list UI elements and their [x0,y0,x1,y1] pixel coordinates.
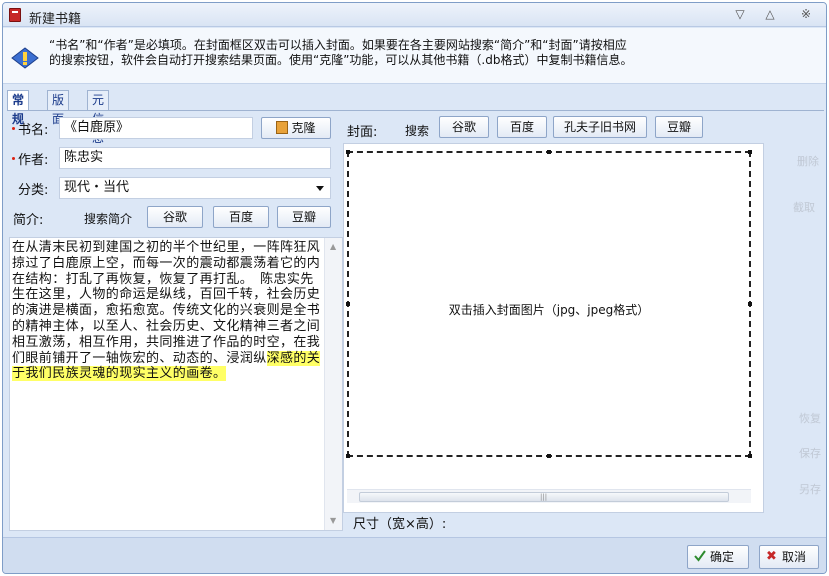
ok-label: 确定 [710,550,735,564]
minimize-button[interactable]: ▽ [729,5,751,23]
size-label: 尺寸（宽×高）: [353,517,447,532]
selected-text-highlight: 深感的关于我们民族灵魂的现实主义的画卷。 [12,350,321,382]
intro-scrollbar[interactable]: ▲ ▼ [324,238,342,530]
title-bar: 新建书籍 ▽ △ ※ [3,3,826,27]
check-icon [694,550,706,562]
resize-handle[interactable] [346,150,350,154]
grip-icon: ||| [540,493,548,501]
cover-label: 封面: [347,125,378,140]
cover-panel: 双击插入封面图片（jpg、jpeg格式） ||| [343,143,764,513]
cover-h-scrollbar[interactable]: ||| [347,489,751,503]
tab-layout[interactable]: 版面 [47,90,70,126]
resize-handle[interactable] [748,454,752,458]
cover-baidu-button[interactable]: 百度 [497,116,547,138]
intro-douban-button[interactable]: 豆瓣 [277,206,331,228]
clone-button[interactable]: 克隆 [261,117,331,139]
info-line-2: 的搜索按钮，软件会自动打开搜索结果页面。使用“克隆”功能，可以从其他书籍（.db… [49,53,633,67]
window-title: 新建书籍 [29,12,82,27]
intro-text[interactable]: 在从清末民初到建国之初的半个世纪里，一阵阵狂风掠过了白鹿原上空，而每一次的震动都… [12,240,322,382]
author-label: 作者: [18,153,49,168]
resize-handle[interactable] [547,150,551,154]
resize-handle[interactable] [346,454,350,458]
tab-divider [7,110,824,111]
maximize-button[interactable]: △ [759,5,781,23]
resize-handle[interactable] [748,150,752,154]
footer: 确定 ✖ 取消 [3,537,826,573]
cover-kongfz-button[interactable]: 孔夫子旧书网 [553,116,647,138]
ok-button[interactable]: 确定 [687,545,749,569]
new-book-dialog: 新建书籍 ▽ △ ※ “书名”和“作者”是必填项。在封面框区双击可以插入封面。如… [2,2,827,574]
cover-google-button[interactable]: 谷歌 [439,116,489,138]
cover-search-label: 搜索 [405,124,430,138]
crop-button: 截取 [793,201,815,214]
intro-baidu-button[interactable]: 百度 [213,206,269,228]
scroll-thumb[interactable]: ||| [359,492,729,502]
book-icon [276,121,289,134]
close-x-icon: ✖ [766,549,777,564]
intro-textarea[interactable]: 在从清末民初到建国之初的半个世纪里，一阵阵狂风掠过了白鹿原上空，而每一次的震动都… [9,237,343,531]
cancel-label: 取消 [782,550,807,564]
close-button[interactable]: ※ [795,5,817,23]
delete-button: 删除 [797,155,819,168]
restore-button: 恢复 [799,412,821,425]
intro-google-button[interactable]: 谷歌 [147,206,203,228]
title-label: 书名: [18,123,49,138]
category-label: 分类: [18,183,49,198]
cover-hint: 双击插入封面图片（jpg、jpeg格式） [448,303,650,317]
intro-label: 简介: [13,213,44,228]
cancel-button[interactable]: ✖ 取消 [759,545,819,569]
info-bar: “书名”和“作者”是必填项。在封面框区双击可以插入封面。如果要在各主要网站搜索“… [3,28,826,84]
cover-drop-area[interactable]: 双击插入封面图片（jpg、jpeg格式） [346,150,752,458]
intro-search-label: 搜索简介 [84,212,133,226]
scroll-up-icon[interactable]: ▲ [330,242,338,251]
cover-douban-button[interactable]: 豆瓣 [655,116,703,138]
chevron-down-icon[interactable] [316,186,324,191]
tab-metadata[interactable]: 元信息 [87,90,110,145]
resize-handle[interactable] [547,454,551,458]
save-button: 保存 [799,447,821,460]
author-input[interactable]: 陈忠实 [59,147,331,169]
category-select[interactable]: 现代・当代 [59,177,331,199]
save-as-button: 另存 [799,483,821,496]
book-app-icon [9,8,21,22]
info-icon [11,47,39,69]
info-text: “书名”和“作者”是必填项。在封面框区双击可以插入封面。如果要在各主要网站搜索“… [49,38,809,68]
tab-general[interactable]: 常规 [7,90,30,126]
category-value: 现代・当代 [64,180,130,195]
title-input[interactable]: 《白鹿原》 [59,117,253,139]
scroll-down-icon[interactable]: ▼ [330,516,338,525]
clone-button-label: 克隆 [291,121,316,135]
required-marker [12,157,15,160]
info-line-1: “书名”和“作者”是必填项。在封面框区双击可以插入封面。如果要在各主要网站搜索“… [49,38,627,52]
required-marker [12,127,15,130]
intro-text-body: 在从清末民初到建国之初的半个世纪里，一阵阵狂风掠过了白鹿原上空，而每一次的震动都… [12,240,321,382]
